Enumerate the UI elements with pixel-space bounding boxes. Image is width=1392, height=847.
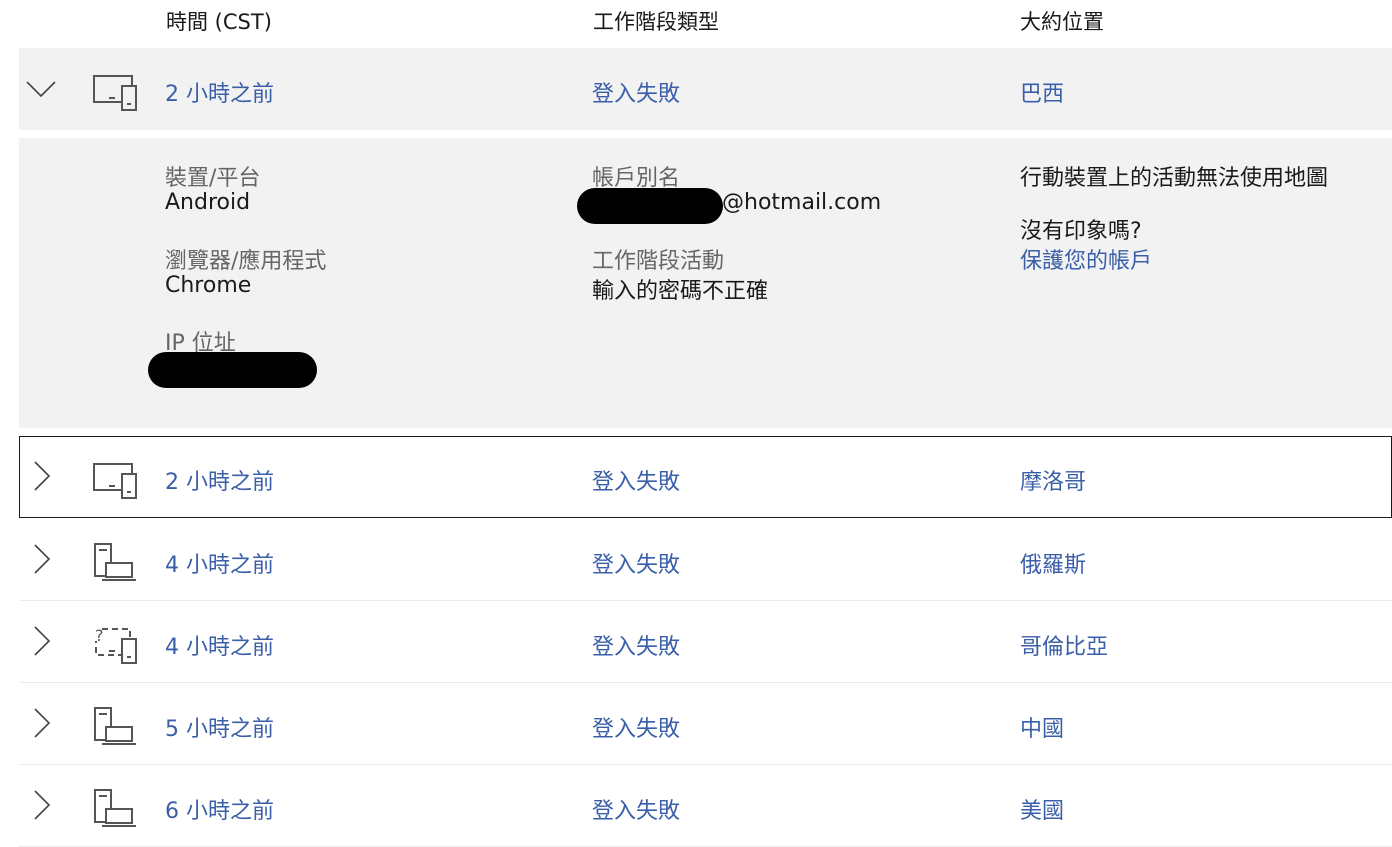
row-details-panel: 裝置/平台 Android 瀏覽器/應用程式 Chrome IP 位址 帳戶別名…: [19, 138, 1392, 428]
row-session-type: 登入失敗: [592, 82, 681, 107]
secure-account-link[interactable]: 保護您的帳戶: [1020, 243, 1152, 275]
row-time: 6 小時之前: [165, 799, 274, 824]
browser-app-label: 瀏覽器/應用程式: [165, 249, 327, 274]
session-activity-label: 工作階段活動: [592, 249, 725, 274]
row-location: 哥倫比亞: [1020, 635, 1109, 660]
row-session-type: 登入失敗: [592, 799, 681, 824]
activity-row-5[interactable]: 6 小時之前 登入失敗 美國: [19, 765, 1392, 847]
row-location: 摩洛哥: [1020, 470, 1087, 495]
desktop-laptop-icon: [92, 787, 140, 829]
row-location: 俄羅斯: [1020, 553, 1087, 578]
phone-tablet-icon: [92, 70, 140, 112]
column-header-type: 工作階段類型: [593, 10, 719, 34]
svg-text:?: ?: [95, 626, 104, 645]
row-location: 美國: [1020, 799, 1065, 824]
phone-tablet-icon: [92, 458, 140, 500]
row-session-type: 登入失敗: [592, 470, 681, 495]
row-session-type: 登入失敗: [592, 717, 681, 742]
desktop-laptop-icon: [92, 541, 140, 583]
activity-row-0[interactable]: 2 小時之前 登入失敗 巴西: [19, 48, 1392, 130]
device-platform-label: 裝置/平台: [165, 166, 261, 191]
account-alias-domain: @hotmail.com: [722, 190, 882, 215]
device-platform-value: Android: [165, 190, 251, 215]
row-location: 中國: [1020, 717, 1065, 742]
chevron-right-icon[interactable]: [25, 789, 57, 821]
activity-row-4[interactable]: 5 小時之前 登入失敗 中國: [19, 683, 1392, 765]
account-alias-redaction: [577, 188, 723, 224]
ip-address-redaction: [148, 352, 317, 388]
session-activity-value: 輸入的密碼不正確: [592, 279, 769, 304]
activity-row-1[interactable]: 2 小時之前 登入失敗 摩洛哥: [19, 436, 1392, 518]
activity-row-2[interactable]: 4 小時之前 登入失敗 俄羅斯: [19, 519, 1392, 601]
table-header: 時間 (CST) 工作階段類型 大約位置: [0, 0, 1392, 40]
row-session-type: 登入失敗: [592, 635, 681, 660]
not-recognized-text: 沒有印象嗎?: [1020, 219, 1142, 244]
browser-app-value: Chrome: [165, 273, 252, 298]
row-session-type: 登入失敗: [592, 553, 681, 578]
row-time: 2 小時之前: [165, 470, 274, 495]
row-time: 4 小時之前: [165, 635, 274, 660]
row-time: 5 小時之前: [165, 717, 274, 742]
desktop-laptop-icon: [92, 705, 140, 747]
row-time: 4 小時之前: [165, 553, 274, 578]
chevron-right-icon[interactable]: [25, 707, 57, 739]
unknown-device-icon: ?: [92, 623, 140, 665]
column-header-time: 時間 (CST): [166, 10, 272, 34]
map-unavailable-note: 行動裝置上的活動無法使用地圖: [1020, 166, 1329, 191]
row-time: 2 小時之前: [165, 82, 274, 107]
activity-row-3[interactable]: ? 4 小時之前 登入失敗 哥倫比亞: [19, 601, 1392, 683]
row-location: 巴西: [1020, 82, 1065, 107]
chevron-right-icon[interactable]: [25, 625, 57, 657]
column-header-location: 大約位置: [1020, 10, 1104, 34]
chevron-right-icon[interactable]: [25, 543, 57, 575]
chevron-down-icon[interactable]: [25, 72, 57, 104]
chevron-right-icon[interactable]: [25, 460, 57, 492]
